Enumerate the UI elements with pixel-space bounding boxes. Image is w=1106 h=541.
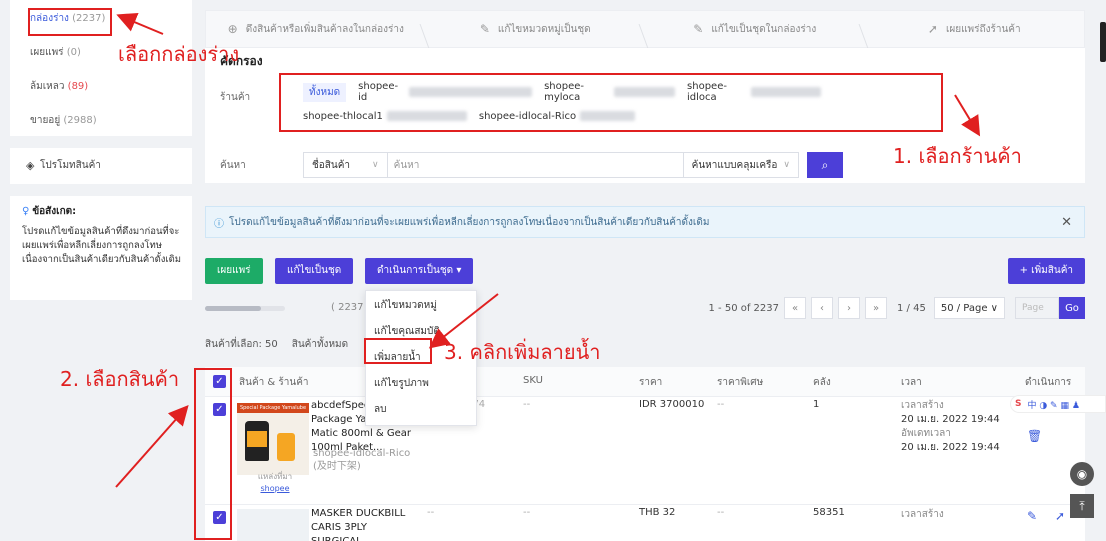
arrow-to-draft xyxy=(116,12,164,35)
arrow-to-shops xyxy=(954,94,981,137)
arrow-to-watermark xyxy=(428,293,499,349)
arrow-to-checkboxes xyxy=(115,405,189,488)
annotation-arrows xyxy=(115,12,981,488)
